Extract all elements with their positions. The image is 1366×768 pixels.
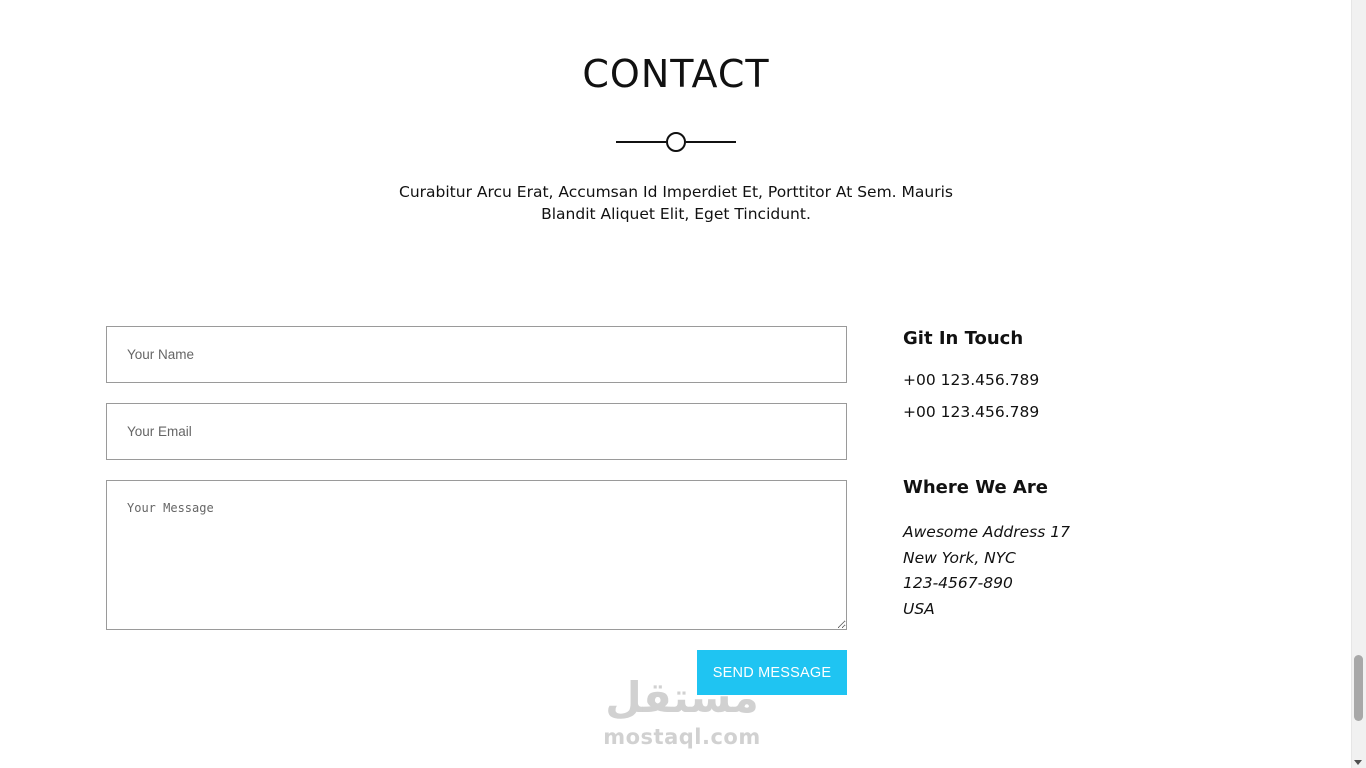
where-we-are-heading: Where We Are xyxy=(903,477,1048,498)
scrollbar-thumb[interactable] xyxy=(1354,655,1363,721)
address-line: Awesome Address 17 xyxy=(903,523,1070,541)
email-input[interactable] xyxy=(106,403,847,460)
vertical-scrollbar[interactable] xyxy=(1351,0,1366,768)
address-line: 123-4567-890 xyxy=(903,574,1013,593)
scroll-down-arrow-icon[interactable] xyxy=(1354,760,1362,765)
phone-number: +00 123.456.789 xyxy=(903,371,1040,389)
get-in-touch-heading: Git In Touch xyxy=(903,328,1024,349)
watermark-arabic: مستقل xyxy=(605,673,759,722)
title-divider xyxy=(616,132,736,152)
watermark-latin: mostaql.com xyxy=(603,725,761,749)
divider-line-right xyxy=(686,141,736,143)
section-title: CONTACT xyxy=(582,52,770,96)
section-intro: Curabitur Arcu Erat, Accumsan Id Imperdi… xyxy=(399,183,953,223)
phone-number: +00 123.456.789 xyxy=(903,403,1040,421)
contact-page: CONTACT Curabitur Arcu Erat, Accumsan Id… xyxy=(0,0,1366,768)
divider-circle xyxy=(666,132,686,152)
address-block: Awesome Address 17 New York, NYC 123-456… xyxy=(903,520,1070,623)
message-textarea[interactable] xyxy=(106,480,847,630)
name-input[interactable] xyxy=(106,326,847,383)
divider-line-left xyxy=(616,141,666,143)
address-line: New York, NYC xyxy=(903,548,1016,567)
mostaql-watermark: مستقل mostaql.com xyxy=(596,672,768,758)
address-line: USA xyxy=(903,600,935,619)
